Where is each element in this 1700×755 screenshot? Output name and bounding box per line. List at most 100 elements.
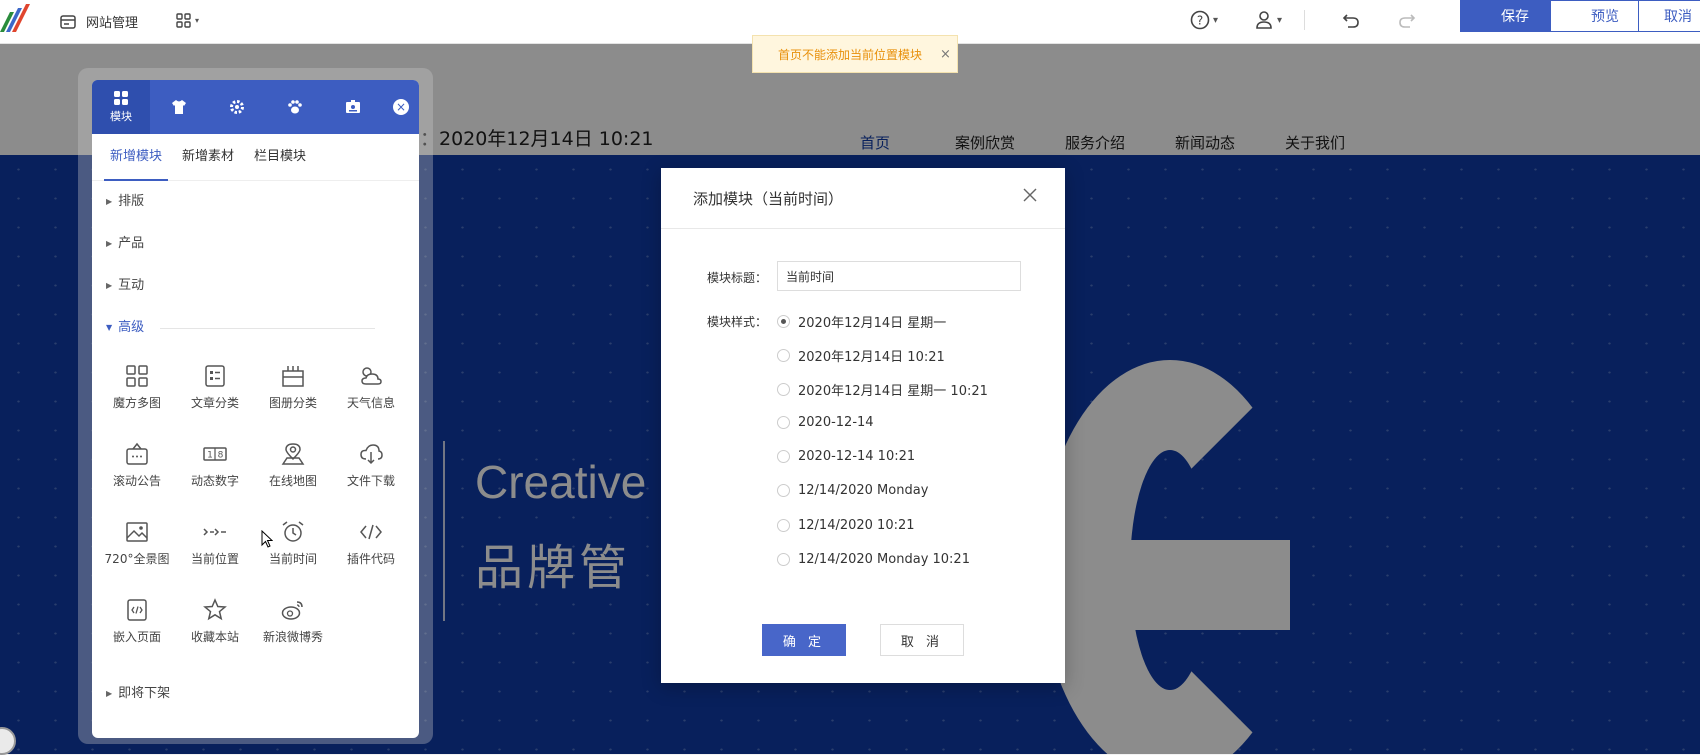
mouse-cursor-icon bbox=[261, 530, 273, 548]
option-label: 2020年12月14日 10:21 bbox=[798, 350, 945, 365]
shirt-icon bbox=[172, 100, 186, 114]
option-label: 12/14/2020 Monday bbox=[798, 483, 929, 498]
module-cube-images[interactable]: 魔方多图 bbox=[98, 357, 176, 435]
module-album-category[interactable]: 图册分类 bbox=[254, 357, 332, 435]
toolbar-divider bbox=[1304, 10, 1306, 30]
radio-button[interactable] bbox=[777, 519, 790, 532]
dialog-title: 添加模块（当前时间） bbox=[693, 190, 844, 208]
style-option-2[interactable]: 2020年12月14日 星期一 10:21 bbox=[777, 380, 988, 399]
category-label: 产品 bbox=[118, 236, 145, 251]
chevron-down-icon: ▾ bbox=[1213, 14, 1219, 26]
panel-tab-style[interactable] bbox=[266, 80, 324, 134]
category-label: 即将下架 bbox=[118, 686, 171, 701]
svg-text:1: 1 bbox=[207, 451, 213, 461]
weather-icon bbox=[361, 367, 382, 385]
album-category-icon bbox=[282, 366, 304, 387]
panel-tab-member[interactable] bbox=[324, 80, 382, 134]
radio-button[interactable] bbox=[777, 416, 790, 429]
module-title-input[interactable] bbox=[777, 261, 1021, 291]
chevron-down-icon: ▾ bbox=[1277, 14, 1283, 26]
option-label: 2020-12-14 bbox=[798, 415, 874, 430]
category-label: 排版 bbox=[118, 194, 145, 209]
chevron-down-icon: ▾ bbox=[195, 16, 200, 25]
site-manage-button[interactable]: 网站管理 bbox=[60, 12, 138, 31]
radio-button[interactable] bbox=[777, 484, 790, 497]
module-article-category[interactable]: 文章分类 bbox=[176, 357, 254, 435]
module-label: 当前时间 bbox=[268, 552, 317, 566]
panel-tab-label: 模块 bbox=[110, 110, 132, 123]
module-weibo-show[interactable]: 新浪微博秀 bbox=[254, 591, 332, 669]
panel-tab-settings[interactable] bbox=[208, 80, 266, 134]
style-option-3[interactable]: 2020-12-14 bbox=[777, 415, 874, 430]
toast-message: 首页不能添加当前位置模块 bbox=[778, 47, 923, 62]
module-weather[interactable]: 天气信息 bbox=[332, 357, 410, 435]
radio-button[interactable] bbox=[777, 450, 790, 463]
confirm-button[interactable]: 确 定 bbox=[762, 624, 846, 656]
module-label: 文章分类 bbox=[190, 396, 239, 410]
category-product[interactable]: ▶ 产品 bbox=[92, 223, 419, 265]
style-option-0[interactable]: 2020年12月14日 星期一 bbox=[777, 312, 946, 331]
advanced-module-grid: 魔方多图 文章分类 图册分类 天气信息 滚动公告 18 动态数字 在线地图 文件… bbox=[92, 357, 419, 669]
weibo-icon bbox=[281, 601, 303, 620]
style-option-4[interactable]: 2020-12-14 10:21 bbox=[777, 449, 915, 464]
radio-button[interactable] bbox=[777, 553, 790, 566]
module-dynamic-number[interactable]: 18 动态数字 bbox=[176, 435, 254, 513]
module-embed-page[interactable]: 嵌入页面 bbox=[98, 591, 176, 669]
module-panorama[interactable]: 720°全景图 bbox=[98, 513, 176, 591]
svg-text:8: 8 bbox=[218, 451, 224, 461]
module-scroll-notice[interactable]: 滚动公告 bbox=[98, 435, 176, 513]
module-label: 当前位置 bbox=[190, 552, 239, 566]
logo-icon bbox=[0, 4, 30, 32]
paw-icon bbox=[288, 100, 302, 114]
sub-tab-new-material[interactable]: 新增素材 bbox=[174, 134, 242, 180]
module-plugin-code[interactable]: 插件代码 bbox=[332, 513, 410, 591]
style-option-6[interactable]: 12/14/2020 10:21 bbox=[777, 518, 915, 533]
module-label: 天气信息 bbox=[346, 396, 395, 410]
module-file-download[interactable]: 文件下载 bbox=[332, 435, 410, 513]
radio-button[interactable] bbox=[777, 349, 790, 362]
category-deprecated[interactable]: ▶ 即将下架 bbox=[92, 673, 419, 715]
option-label: 2020-12-14 10:21 bbox=[798, 449, 916, 464]
panel-tab-theme[interactable] bbox=[150, 80, 208, 134]
style-option-1[interactable]: 2020年12月14日 10:21 bbox=[777, 346, 945, 365]
category-interaction[interactable]: ▶ 互动 bbox=[92, 265, 419, 307]
dynamic-number-icon: 18 bbox=[203, 447, 227, 461]
category-advanced[interactable]: ▼ 高级 bbox=[92, 307, 419, 349]
help-button[interactable]: ? ▾ bbox=[1190, 10, 1218, 30]
article-category-icon bbox=[205, 365, 225, 387]
module-label: 插件代码 bbox=[346, 552, 395, 566]
undo-icon[interactable] bbox=[1341, 10, 1361, 30]
svg-text:?: ? bbox=[1197, 14, 1203, 28]
style-option-5[interactable]: 12/14/2020 Monday bbox=[777, 483, 928, 498]
sub-tab-column-module[interactable]: 栏目模块 bbox=[246, 134, 314, 180]
account-button[interactable]: ▾ bbox=[1254, 10, 1282, 30]
module-label: 720°全景图 bbox=[104, 552, 170, 566]
style-option-7[interactable]: 12/14/2020 Monday 10:21 bbox=[777, 552, 970, 567]
dialog-header: 添加模块（当前时间） bbox=[661, 168, 1065, 229]
sub-tab-new-module[interactable]: 新增模块 bbox=[102, 134, 170, 181]
close-icon[interactable] bbox=[1021, 186, 1039, 204]
option-label: 2020年12月14日 星期一 bbox=[798, 316, 947, 331]
site-manage-label: 网站管理 bbox=[86, 16, 139, 31]
module-current-time[interactable]: 当前时间 bbox=[254, 513, 332, 591]
toast-close-icon[interactable]: × bbox=[940, 47, 951, 62]
panel-close-icon[interactable]: × bbox=[393, 99, 409, 115]
apps-menu-button[interactable]: ▾ bbox=[176, 13, 199, 28]
cancel-edit-button[interactable]: 取消 bbox=[1638, 0, 1700, 32]
panel-tab-modules[interactable]: 模块 bbox=[92, 80, 150, 134]
redo-icon[interactable] bbox=[1397, 10, 1417, 30]
triangle-down-icon: ▼ bbox=[106, 323, 113, 332]
category-label: 互动 bbox=[118, 278, 145, 293]
module-bookmark-site[interactable]: 收藏本站 bbox=[176, 591, 254, 669]
module-label: 动态数字 bbox=[190, 474, 239, 488]
panel-sub-tabs: 新增模块 新增素材 栏目模块 bbox=[92, 134, 419, 181]
dialog-cancel-button[interactable]: 取 消 bbox=[880, 624, 964, 656]
option-label: 12/14/2020 10:21 bbox=[798, 518, 915, 533]
module-current-position[interactable]: 当前位置 bbox=[176, 513, 254, 591]
radio-button[interactable] bbox=[777, 315, 790, 328]
category-divider bbox=[160, 327, 375, 329]
module-label: 新浪微博秀 bbox=[262, 630, 323, 644]
radio-button[interactable] bbox=[777, 383, 790, 396]
category-layout[interactable]: ▶ 排版 bbox=[92, 181, 419, 223]
module-online-map[interactable]: 在线地图 bbox=[254, 435, 332, 513]
